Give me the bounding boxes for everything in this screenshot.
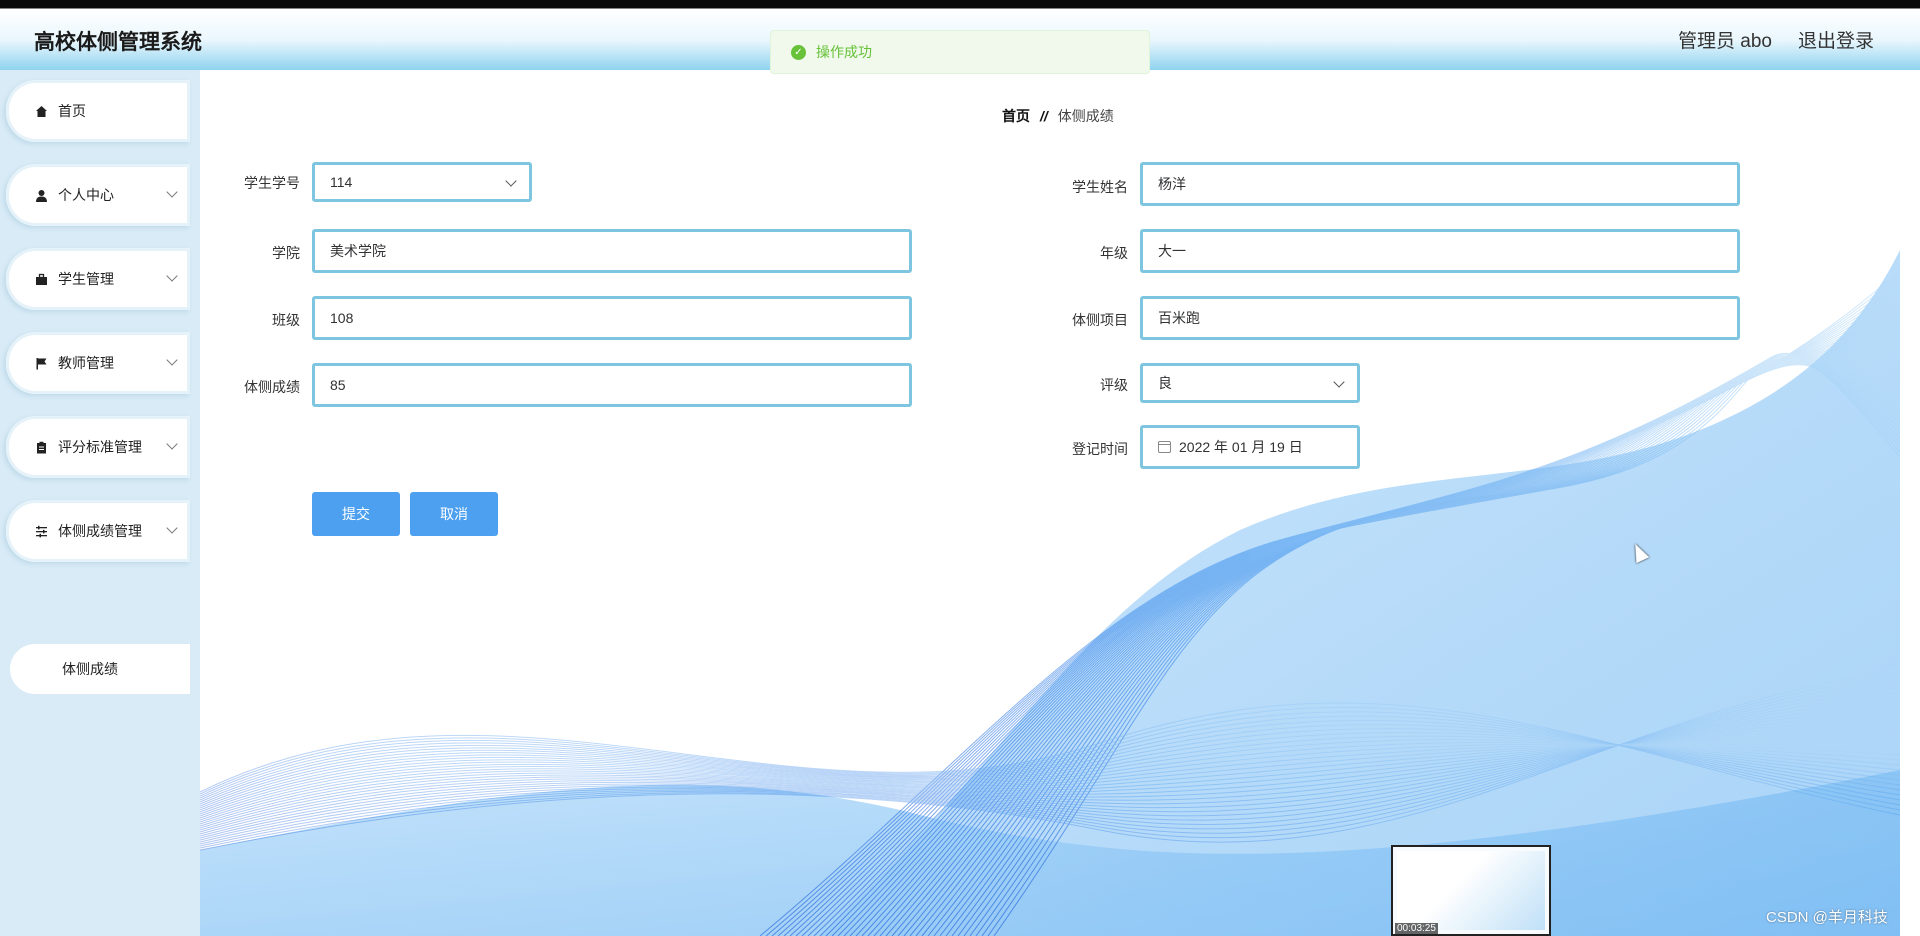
class-input[interactable]: 108 <box>312 296 912 340</box>
check-circle-icon: ✓ <box>791 44 806 60</box>
sidebar-item-label: 体侧成绩管理 <box>58 523 142 539</box>
class-value: 108 <box>330 310 354 326</box>
sidebar-item-label: 学生管理 <box>58 271 114 287</box>
test-item-value: 百米跑 <box>1158 310 1200 326</box>
clipboard-icon <box>34 440 48 454</box>
rating-label: 评级 <box>1100 377 1128 393</box>
score-value: 85 <box>330 377 346 393</box>
register-time-label: 登记时间 <box>1072 441 1128 457</box>
calendar-icon <box>1158 441 1171 453</box>
college-label: 学院 <box>272 245 300 261</box>
app-title: 高校体侧管理系统 <box>34 31 202 54</box>
user-icon <box>34 188 48 202</box>
breadcrumb-current: 体侧成绩 <box>1057 108 1114 124</box>
sidebar-item-label: 个人中心 <box>58 187 114 203</box>
sidebar-item-label: 首页 <box>58 103 86 119</box>
thumbnail-preview <box>1397 851 1545 930</box>
score-input[interactable]: 85 <box>312 363 912 407</box>
grade-value: 大一 <box>1158 243 1186 259</box>
chevron-down-icon <box>166 354 178 366</box>
test-item-label: 体侧项目 <box>1072 312 1128 328</box>
breadcrumb: 首页 // 体侧成绩 <box>1002 106 1114 126</box>
student-name-label: 学生姓名 <box>1072 179 1128 195</box>
home-icon <box>34 104 48 118</box>
sidebar-item-label: 教师管理 <box>58 355 114 371</box>
cancel-button[interactable]: 取消 <box>410 492 498 536</box>
toast-message: 操作成功 <box>816 44 872 60</box>
breadcrumb-home[interactable]: 首页 <box>1002 106 1030 126</box>
watermark: CSDN @羊月科技 <box>1766 909 1888 926</box>
student-no-select[interactable]: 114 <box>312 162 532 202</box>
breadcrumb-separator: // <box>1040 108 1048 124</box>
sidebar-subitem-score[interactable]: 体侧成绩 <box>10 644 190 694</box>
chevron-down-icon <box>505 175 517 187</box>
register-time-datepicker[interactable]: 2022 年 01 月 19 日 <box>1140 425 1360 469</box>
student-no-value: 114 <box>330 174 353 190</box>
success-toast: ✓ 操作成功 <box>770 30 1150 74</box>
chevron-down-icon <box>1333 376 1345 388</box>
sliders-icon <box>34 524 48 538</box>
score-label: 体侧成绩 <box>244 379 300 395</box>
sidebar-item-teacher-management[interactable]: 教师管理 <box>6 332 190 394</box>
rating-select[interactable]: 良 <box>1140 363 1360 403</box>
current-user-label: 管理员 abo <box>1678 31 1772 52</box>
submit-button[interactable]: 提交 <box>312 492 400 536</box>
briefcase-icon <box>34 272 48 286</box>
video-timestamp: 00:03:25 <box>1395 923 1438 934</box>
sidebar-item-label: 评分标准管理 <box>58 439 142 455</box>
college-value: 美术学院 <box>330 243 386 259</box>
logout-link[interactable]: 退出登录 <box>1798 26 1874 53</box>
student-name-input[interactable]: 杨洋 <box>1140 162 1740 206</box>
class-label: 班级 <box>272 312 300 328</box>
chevron-down-icon <box>166 438 178 450</box>
sidebar-item-scoring-standard[interactable]: 评分标准管理 <box>6 416 190 478</box>
sidebar-item-student-management[interactable]: 学生管理 <box>6 248 190 310</box>
sidebar-item-home[interactable]: 首页 <box>6 80 190 142</box>
chevron-down-icon <box>166 522 178 534</box>
video-thumbnail: 00:03:25 <box>1391 845 1551 936</box>
sidebar-item-personal-center[interactable]: 个人中心 <box>6 164 190 226</box>
sidebar: 首页 个人中心 学生管理 教师管理 评分标准管理 体侧成绩管理 体侧成绩 <box>0 70 200 936</box>
chevron-down-icon <box>166 270 178 282</box>
grade-input[interactable]: 大一 <box>1140 229 1740 273</box>
right-edge <box>1900 70 1920 936</box>
student-name-value: 杨洋 <box>1158 176 1186 192</box>
grade-label: 年级 <box>1100 245 1128 261</box>
chevron-down-icon <box>166 186 178 198</box>
flag-icon <box>34 356 48 370</box>
college-input[interactable]: 美术学院 <box>312 229 912 273</box>
sidebar-item-score-management[interactable]: 体侧成绩管理 <box>6 500 190 562</box>
register-time-value: 2022 年 01 月 19 日 <box>1179 439 1303 455</box>
test-item-input[interactable]: 百米跑 <box>1140 296 1740 340</box>
student-no-label: 学生学号 <box>244 175 300 191</box>
rating-value: 良 <box>1158 375 1172 391</box>
user-area: 管理员 abo 退出登录 <box>1678 26 1874 53</box>
